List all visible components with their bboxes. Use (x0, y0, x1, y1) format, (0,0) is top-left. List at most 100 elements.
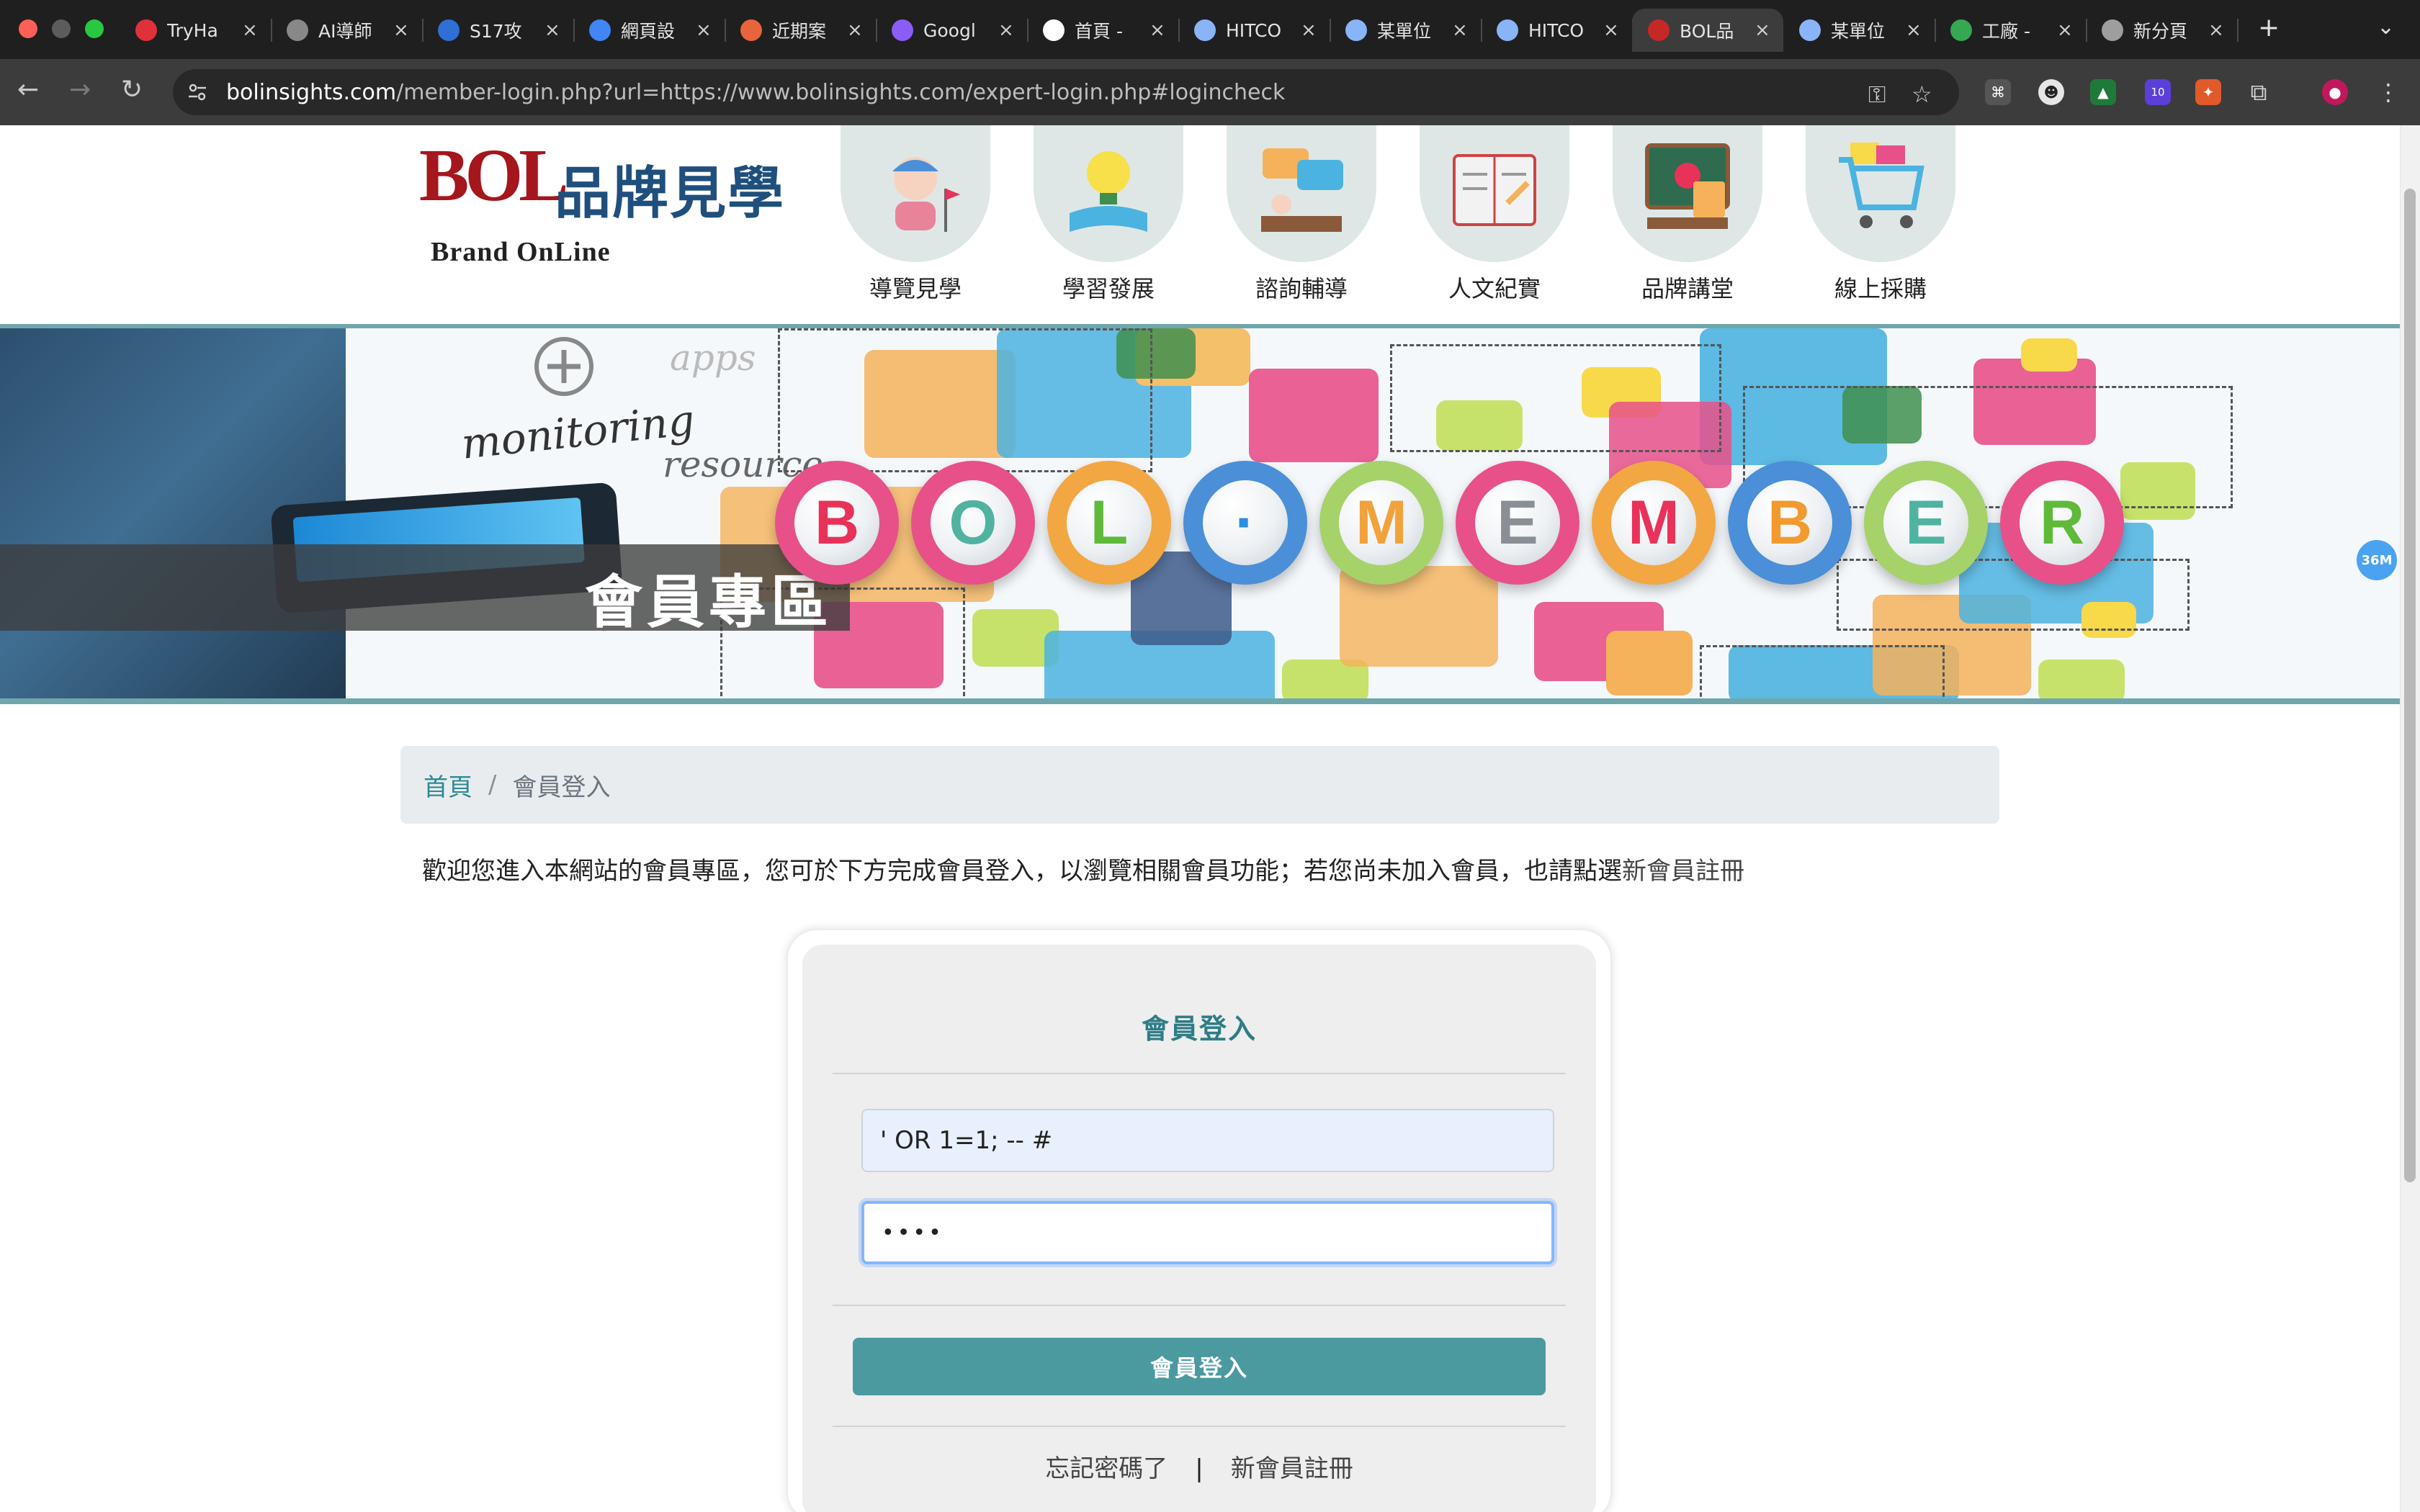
browser-tab[interactable]: HITCO × (1481, 9, 1634, 52)
tab-close-icon[interactable]: × (998, 19, 1014, 41)
nav-item[interactable]: 人文紀實 (1419, 125, 1570, 304)
window-minimize-button[interactable] (52, 19, 71, 38)
tab-close-icon[interactable]: × (847, 19, 863, 41)
tab-close-icon[interactable]: × (1906, 19, 1922, 41)
hitcon-icon (1799, 19, 1821, 41)
consult-chat-icon (1227, 125, 1376, 262)
new-tab-button[interactable]: + (2258, 13, 2280, 42)
browser-tab[interactable]: 某單位 × (1330, 9, 1482, 52)
banner-letter-ring: O (911, 461, 1035, 585)
tab-close-icon[interactable]: × (1301, 19, 1317, 41)
bookmark-star-icon[interactable]: ☆ (1912, 81, 1932, 108)
extension-cd-icon[interactable]: ⌘ (1985, 79, 2011, 105)
tab-close-icon[interactable]: × (696, 19, 712, 41)
divider (833, 1073, 1566, 1074)
tab-title: HITCO (1528, 19, 1585, 41)
forward-button[interactable]: → (69, 75, 91, 104)
login-submit-button[interactable]: 會員登入 (853, 1338, 1546, 1395)
address-bar[interactable]: bolinsights.com/member-login.php?url=htt… (173, 69, 1959, 115)
nav-item-label: 諮詢輔導 (1255, 275, 1348, 302)
reload-button[interactable]: ↻ (121, 75, 143, 104)
banner-letter: · (1203, 480, 1288, 565)
password-input[interactable]: •••• (861, 1201, 1554, 1264)
browser-tab[interactable]: 某單位 × (1783, 9, 1936, 52)
browser-tab[interactable]: AI導師 × (271, 9, 424, 52)
browser-menu-icon[interactable]: ⋮ (2375, 78, 2401, 106)
extension-badge: 10 (2151, 86, 2165, 99)
tab-close-icon[interactable]: × (242, 19, 258, 41)
browser-tab[interactable]: Googl × (876, 9, 1028, 52)
tab-close-icon[interactable]: × (2057, 19, 2073, 41)
browser-tab[interactable]: 新分頁 × (2086, 9, 2238, 52)
tab-close-icon[interactable]: × (2208, 19, 2224, 41)
tab-close-icon[interactable]: × (393, 19, 409, 41)
tab-search-chevron-icon[interactable]: ⌄ (2377, 14, 2395, 40)
profile-avatar-icon[interactable]: ● (2322, 79, 2348, 105)
extension-avatar-icon[interactable]: ☻ (2038, 79, 2064, 105)
floating-badge[interactable]: 36M (2357, 540, 2397, 580)
page-scroll-thumb[interactable] (2404, 189, 2416, 1182)
nav-item-label: 學習發展 (1062, 275, 1155, 302)
tab-title: 某單位 (1377, 21, 1432, 42)
url-path: /member-login.php?url=https://www.bolins… (396, 80, 1286, 105)
window-zoom-button[interactable] (85, 19, 104, 38)
browser-tab[interactable]: 網頁設 × (573, 9, 726, 52)
banner-letter: E (1475, 480, 1560, 565)
window-close-button[interactable] (19, 19, 37, 38)
project-icon (740, 19, 762, 41)
extension-fox-icon[interactable]: ✦ (2195, 79, 2221, 105)
back-button[interactable]: ← (17, 75, 39, 104)
nav-item[interactable]: 線上採購 (1805, 125, 1956, 304)
maps-icon (1950, 19, 1972, 41)
open-book-icon (1420, 125, 1569, 262)
nav-item[interactable]: 諮詢輔導 (1226, 125, 1377, 304)
tab-title: HITCO (1226, 19, 1282, 41)
browser-tab[interactable]: TryHa × (120, 9, 272, 52)
extension-shield-icon[interactable]: 10 (2145, 79, 2171, 105)
breadcrumb: 首頁 / 會員登入 (400, 746, 1999, 824)
browser-tab[interactable]: 首頁 - × (1027, 9, 1180, 52)
tab-title: 網頁設 (621, 21, 676, 42)
banner-letter-ring: B (775, 461, 899, 585)
browser-tab[interactable]: HITCO × (1178, 9, 1331, 52)
browser-tab[interactable]: 工廠 - × (1935, 9, 2087, 52)
tab-close-icon[interactable]: × (1603, 19, 1619, 41)
cloud-icon (135, 19, 157, 41)
password-key-icon[interactable]: ⚿ (1868, 81, 1886, 109)
extensions-puzzle-icon[interactable]: ⧉ (2246, 78, 2272, 106)
s17-icon (438, 19, 460, 41)
intro-paragraph: 歡迎您進入本網站的會員專區，您可於下方完成會員登入，以瀏覽相關會員功能；若您尚未… (422, 851, 1744, 886)
divider (833, 1305, 1566, 1306)
banner-letter: O (931, 480, 1016, 565)
login-title: 會員登入 (1141, 1013, 1257, 1045)
nav-item[interactable]: 品牌講堂 (1612, 125, 1763, 304)
register-link[interactable]: 新會員註冊 (1231, 1454, 1353, 1483)
username-input[interactable]: ' OR 1=1; -- # (861, 1109, 1554, 1172)
sparkle-icon (287, 19, 308, 41)
breadcrumb-home-link[interactable]: 首頁 (424, 768, 472, 803)
tab-close-icon[interactable]: × (1754, 19, 1770, 41)
site-info-icon[interactable] (186, 81, 209, 104)
browser-tab[interactable]: BOL品 × (1632, 9, 1783, 52)
browser-tab[interactable]: S17攻 × (422, 9, 575, 52)
extension-tree-icon[interactable]: ▲ (2090, 79, 2116, 105)
nav-item[interactable]: 學習發展 (1033, 125, 1184, 304)
site-logo[interactable]: BOL 品牌見學 Brand OnLine (419, 134, 784, 268)
url-text[interactable]: bolinsights.com/member-login.php?url=htt… (226, 80, 1285, 105)
divider (833, 1426, 1566, 1427)
tab-close-icon[interactable]: × (1452, 19, 1468, 41)
banner-letter: L (1067, 480, 1152, 565)
banner-script-monitoring: monitoring (459, 395, 697, 469)
tab-title: 近期案 (772, 21, 827, 42)
browser-tab[interactable]: 近期案 × (725, 9, 877, 52)
tab-close-icon[interactable]: × (544, 19, 560, 41)
gemini-icon (892, 19, 913, 41)
tab-close-icon[interactable]: × (1150, 19, 1165, 41)
banner-letter-ring: R (2000, 461, 2124, 585)
banner-letter: B (794, 480, 879, 565)
forgot-password-link[interactable]: 忘記密碼了 (1045, 1454, 1168, 1483)
nav-item-label: 品牌講堂 (1641, 275, 1734, 302)
logo-bol-text: BOL (419, 134, 569, 217)
intro-register-link[interactable]: 新會員註冊 (1622, 857, 1744, 886)
nav-item[interactable]: 導覽見學 (840, 125, 991, 304)
